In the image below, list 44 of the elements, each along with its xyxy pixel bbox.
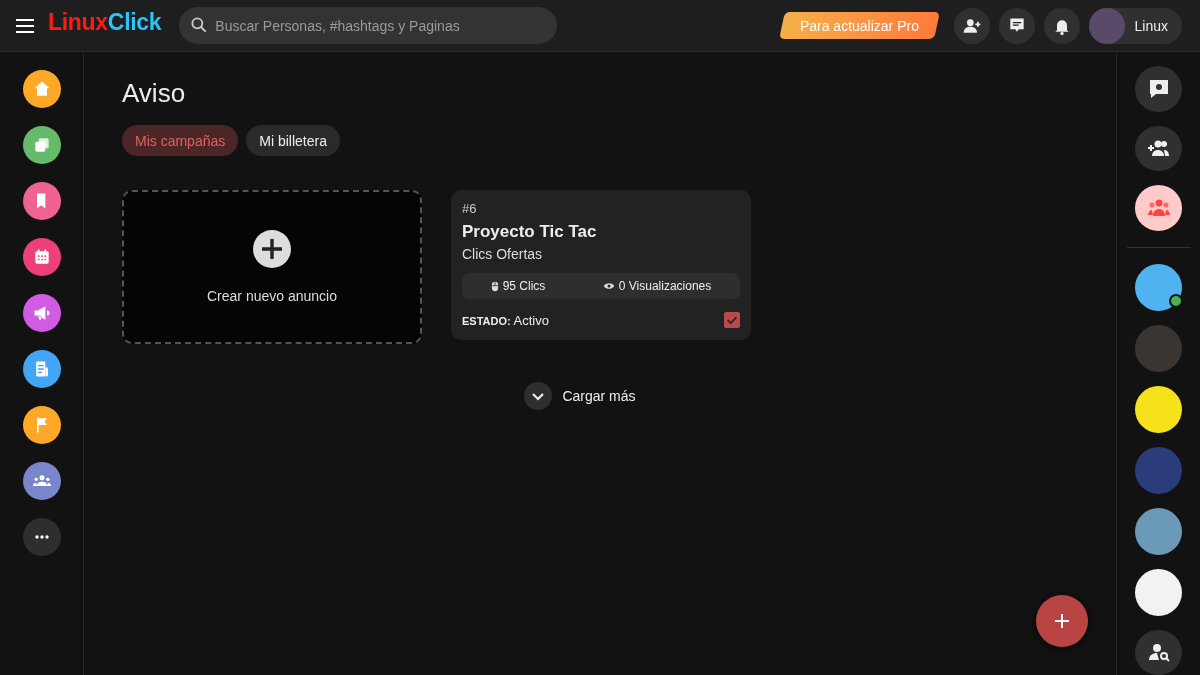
add-friend-icon[interactable] (953, 7, 990, 44)
status-text: ESTADO: Activo (462, 312, 549, 328)
contact-avatar[interactable] (1135, 385, 1182, 433)
message-icon[interactable] (998, 7, 1035, 44)
groups-icon[interactable] (1135, 185, 1182, 231)
notification-bell-icon[interactable] (1043, 7, 1080, 44)
page-title: Aviso (122, 78, 187, 109)
bookmark-nav-icon[interactable] (22, 182, 61, 220)
site-logo[interactable]: LinuxClick (48, 9, 162, 42)
news-nav-icon[interactable] (22, 350, 61, 388)
search-people-icon[interactable] (1135, 629, 1182, 675)
create-ad-card[interactable]: Crear nuevo anuncio (122, 190, 422, 344)
views-count: 0 Visualizaciones (618, 279, 712, 293)
contact-avatar[interactable] (1135, 507, 1182, 555)
campaign-type: Clics Ofertas (462, 246, 544, 262)
contact-avatar[interactable] (1135, 568, 1182, 616)
plus-circle-icon (253, 230, 291, 268)
chat-settings-icon[interactable] (1135, 66, 1182, 112)
contact-avatar[interactable] (1135, 263, 1182, 311)
clicks-count: 95 Clics (502, 279, 546, 293)
flag-nav-icon[interactable] (22, 406, 61, 444)
tab[interactable]: Mis campañas (122, 125, 239, 156)
active-checkbox[interactable] (724, 312, 740, 328)
home-nav-icon[interactable] (22, 70, 61, 108)
megaphone-nav-icon[interactable] (22, 294, 61, 332)
mouse-icon (490, 280, 499, 292)
add-people-icon[interactable] (1135, 125, 1182, 171)
chevron-down-icon (524, 382, 553, 410)
groups-nav-icon[interactable] (22, 462, 61, 500)
add-fab-button[interactable] (1036, 595, 1088, 647)
pages-nav-icon[interactable] (22, 126, 61, 164)
calendar-nav-icon[interactable] (22, 238, 61, 276)
campaign-number: #6 (462, 201, 478, 216)
user-avatar (1088, 7, 1125, 44)
menu-icon[interactable] (16, 18, 34, 33)
eye-icon (602, 282, 615, 290)
tab[interactable]: Mi billetera (246, 125, 340, 156)
more-nav-icon[interactable] (22, 518, 61, 556)
user-menu-button[interactable]: Linux (1088, 7, 1182, 44)
plus-icon (1052, 611, 1072, 631)
search-field[interactable]: Buscar Personas, #hashtags y Paginas (179, 7, 558, 44)
campaign-title: Proyecto Tic Tac (462, 222, 598, 242)
campaign-card[interactable]: #6 Proyecto Tic Tac Clics Ofertas 95 Clics 0 Visualizaciones ESTADO: Activo (451, 190, 751, 340)
load-more-button[interactable]: Cargar más (518, 381, 642, 411)
